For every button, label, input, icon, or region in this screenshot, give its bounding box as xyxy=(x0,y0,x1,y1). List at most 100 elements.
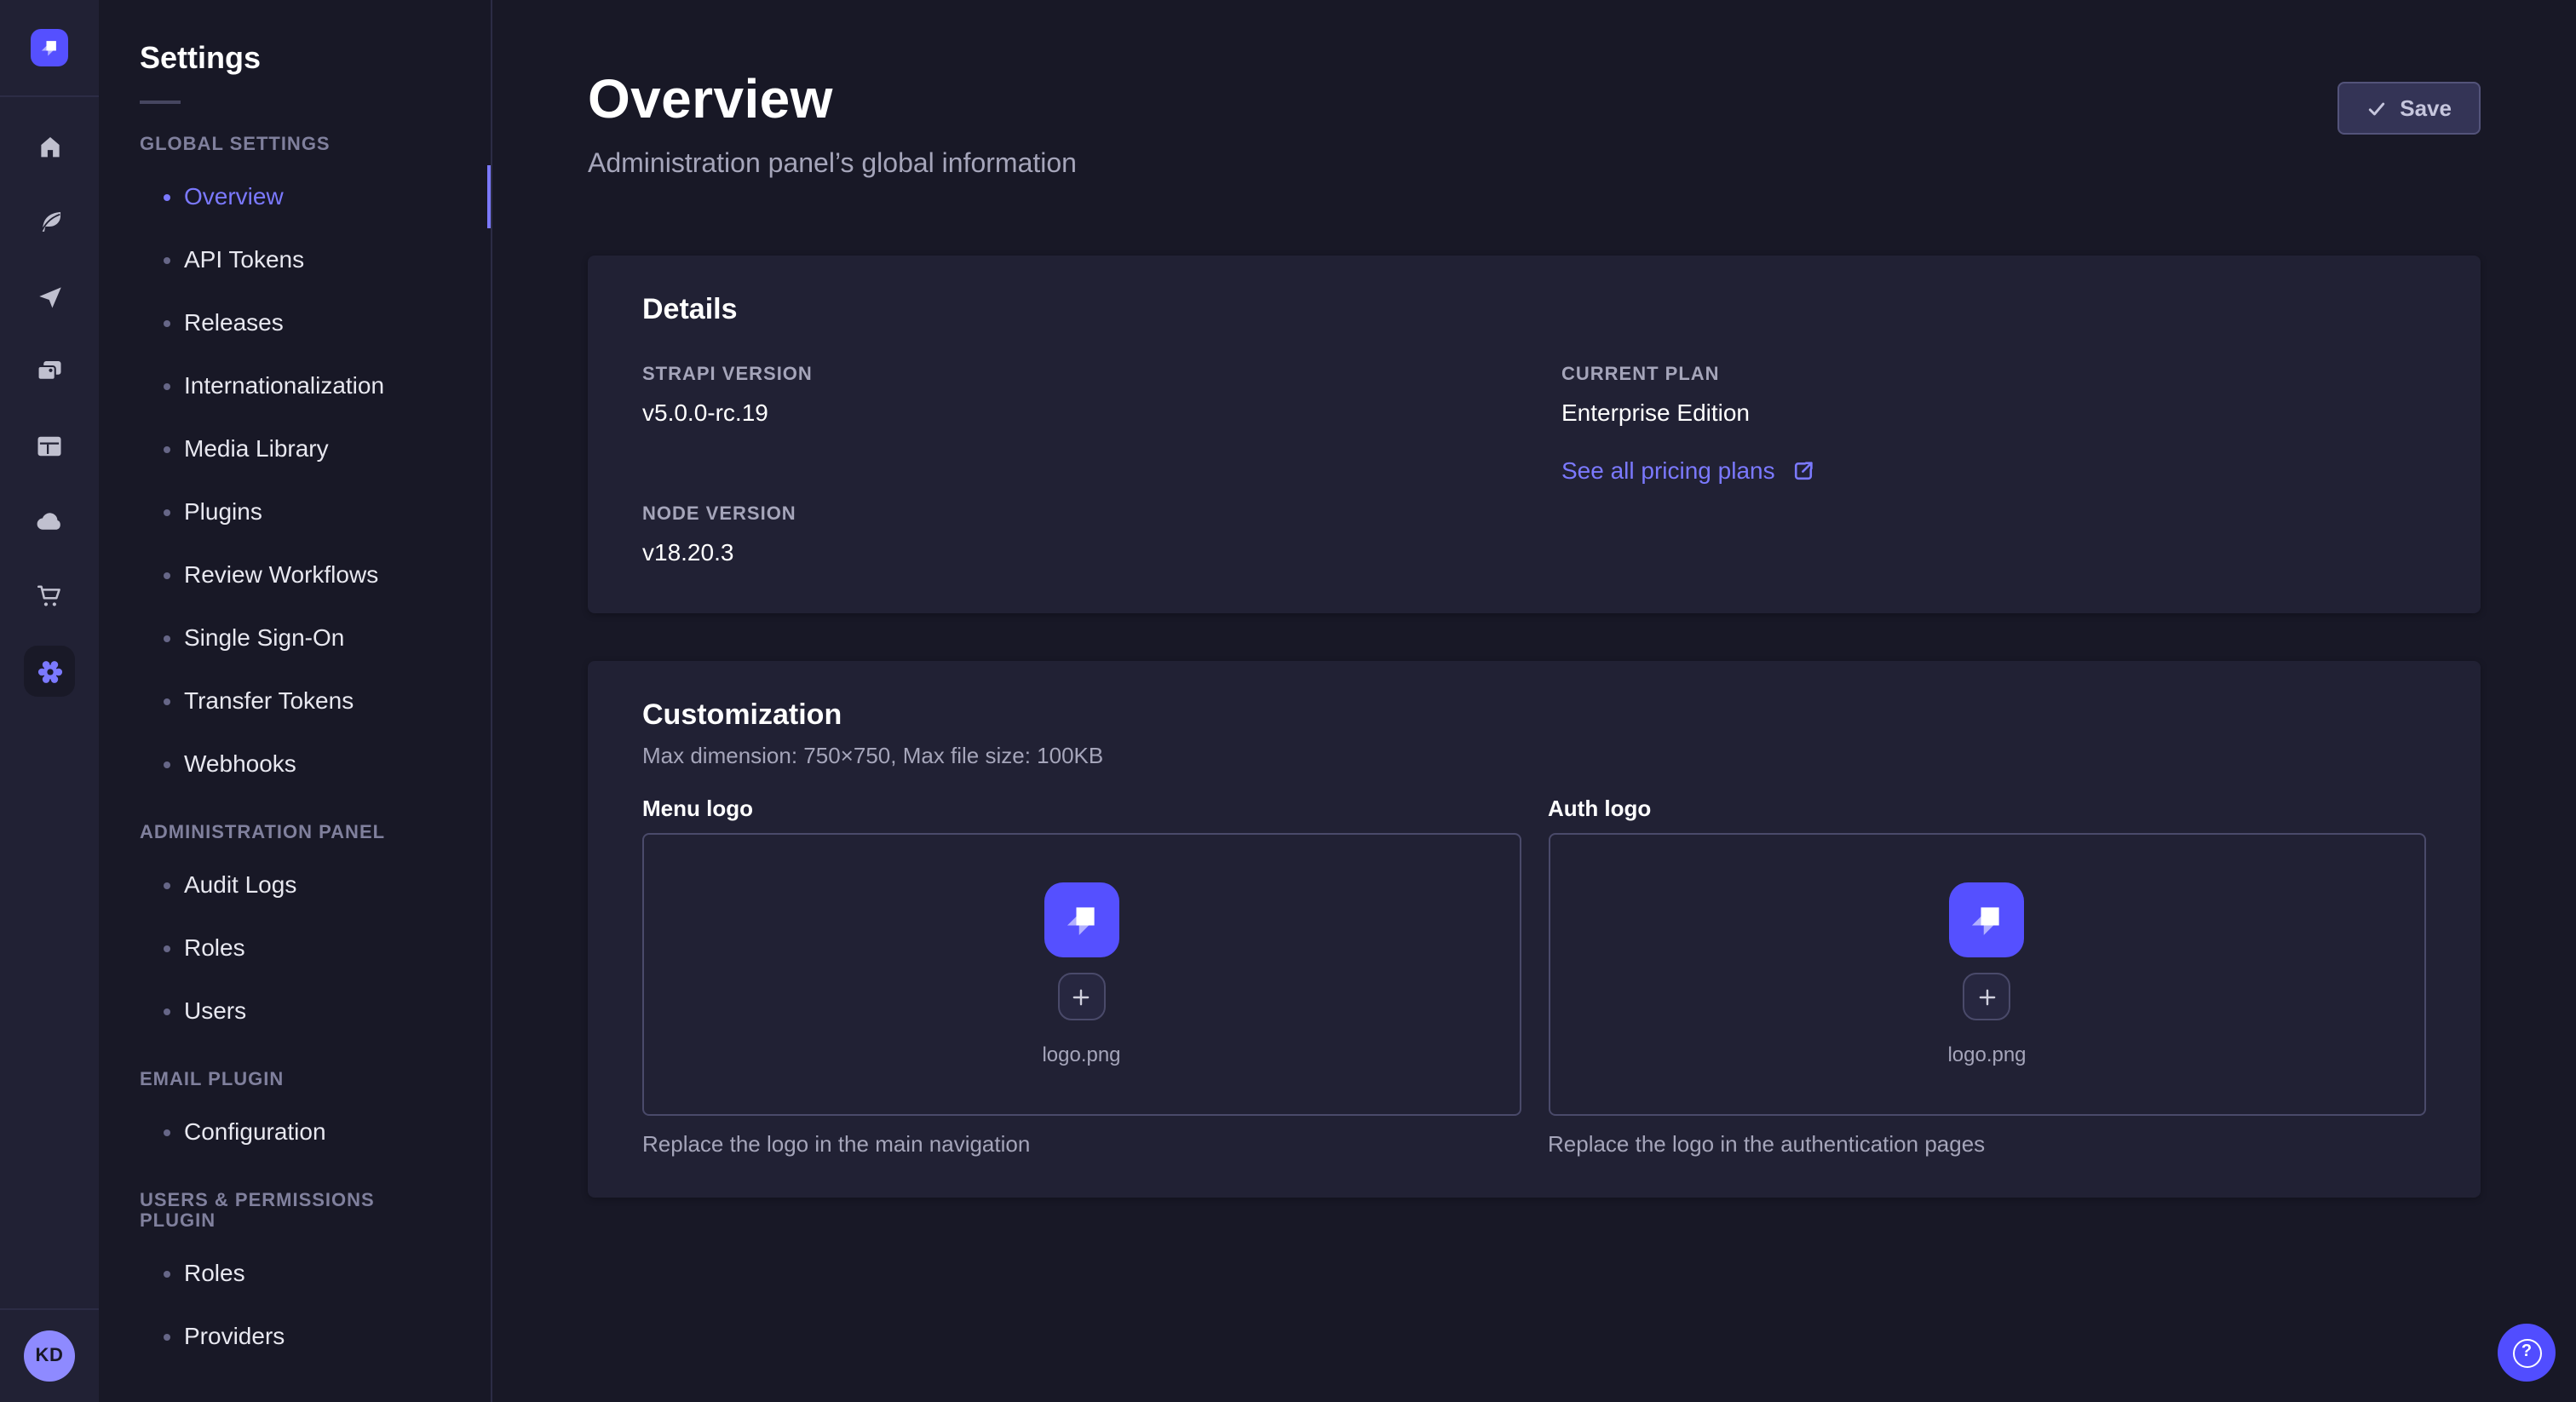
bullet-dot xyxy=(164,1333,170,1340)
sidebar-item-up-providers[interactable]: Providers xyxy=(99,1305,491,1368)
paper-plane-icon[interactable] xyxy=(24,271,75,322)
layout-icon[interactable] xyxy=(24,421,75,472)
strapi-admin: KD Settings GLOBAL SETTINGS Overview API… xyxy=(0,0,2576,1402)
bullet-dot xyxy=(164,882,170,888)
bullet-dot xyxy=(164,509,170,515)
sidebar-item-review-workflows[interactable]: Review Workflows xyxy=(99,543,491,606)
strapi-version-field: STRAPI VERSION v5.0.0-rc.19 xyxy=(642,365,1507,426)
menu-logo-dropzone[interactable]: logo.png xyxy=(642,833,1521,1116)
cloud-icon[interactable] xyxy=(24,496,75,547)
bullet-dot xyxy=(164,635,170,641)
sidebar-item-media-library[interactable]: Media Library xyxy=(99,417,491,480)
details-right-column: CURRENT PLAN Enterprise Edition See all … xyxy=(1561,365,2426,566)
sidebar-item-label: Media Library xyxy=(184,433,329,465)
field-label: NODE VERSION xyxy=(642,504,1507,525)
bullet-dot xyxy=(164,572,170,578)
bullet-dot xyxy=(164,382,170,389)
node-version-field: NODE VERSION v18.20.3 xyxy=(642,504,1507,566)
add-logo-button[interactable] xyxy=(1964,973,2011,1020)
sidebar-item-label: Configuration xyxy=(184,1116,326,1148)
sidebar-item-audit-logs[interactable]: Audit Logs xyxy=(99,853,491,916)
bullet-dot xyxy=(164,945,170,951)
auth-logo-dropzone[interactable]: logo.png xyxy=(1548,833,2426,1116)
rail-logo-section xyxy=(0,0,99,97)
auth-logo-preview xyxy=(1950,882,2025,957)
sidebar-item-transfer-tokens[interactable]: Transfer Tokens xyxy=(99,669,491,733)
sidebar-item-up-roles[interactable]: Roles xyxy=(99,1242,491,1305)
cart-icon[interactable] xyxy=(24,571,75,622)
main-nav-rail: KD xyxy=(0,0,99,1402)
page-header: Overview Administration panel’s global i… xyxy=(588,68,2481,181)
sidebar-item-webhooks[interactable]: Webhooks xyxy=(99,733,491,796)
nav-section-label: GLOBAL SETTINGS xyxy=(99,107,491,165)
sidebar-item-admin-users[interactable]: Users xyxy=(99,980,491,1043)
sidebar-item-single-sign-on[interactable]: Single Sign-On xyxy=(99,606,491,669)
help-button[interactable]: ? xyxy=(2498,1324,2556,1382)
customization-card: Customization Max dimension: 750×750, Ma… xyxy=(588,661,2481,1198)
sidebar-item-releases[interactable]: Releases xyxy=(99,291,491,354)
sidebar-item-label: Review Workflows xyxy=(184,559,378,591)
nav-section-label: USERS & PERMISSIONS PLUGIN xyxy=(99,1164,491,1242)
strapi-logo-glyph xyxy=(37,36,61,60)
sidebar-item-label: Users xyxy=(184,995,246,1027)
external-link-icon xyxy=(1791,457,1816,483)
feather-icon[interactable] xyxy=(24,196,75,247)
sidebar-item-plugins[interactable]: Plugins xyxy=(99,480,491,543)
sidebar-item-label: Providers xyxy=(184,1320,285,1353)
pricing-plans-link[interactable]: See all pricing plans xyxy=(1561,457,1816,484)
auth-logo-label: Auth logo xyxy=(1548,796,2426,821)
active-indicator xyxy=(487,165,491,228)
sidebar-item-label: Plugins xyxy=(184,496,262,528)
avatar[interactable]: KD xyxy=(24,1330,75,1382)
sidebar-item-label: Audit Logs xyxy=(184,869,296,901)
auth-logo-hint: Replace the logo in the authentication p… xyxy=(1548,1131,2426,1157)
sidebar-item-label: API Tokens xyxy=(184,244,304,276)
sidebar-item-internationalization[interactable]: Internationalization xyxy=(99,354,491,417)
question-mark-icon: ? xyxy=(2512,1338,2541,1367)
add-logo-button[interactable] xyxy=(1058,973,1106,1020)
plus-icon xyxy=(1071,985,1093,1008)
sidebar-item-overview[interactable]: Overview xyxy=(99,165,491,228)
sidebar-item-label: Roles xyxy=(184,1257,245,1290)
sidebar-item-admin-roles[interactable]: Roles xyxy=(99,916,491,980)
bullet-dot xyxy=(164,1008,170,1014)
field-label: CURRENT PLAN xyxy=(1561,365,2426,385)
nav-section-label: EMAIL PLUGIN xyxy=(99,1043,491,1100)
nav-section-label: ADMINISTRATION PANEL xyxy=(99,796,491,853)
strapi-logo-glyph xyxy=(1965,898,2010,942)
field-label: STRAPI VERSION xyxy=(642,365,1507,385)
plus-icon xyxy=(1976,985,1998,1008)
field-value: Enterprise Edition xyxy=(1561,399,2426,426)
subnav-title: Settings xyxy=(140,41,450,77)
sidebar-item-label: Transfer Tokens xyxy=(184,685,354,717)
app-window: KD Settings GLOBAL SETTINGS Overview API… xyxy=(0,0,2576,1402)
bullet-dot xyxy=(164,319,170,326)
bullet-dot xyxy=(164,1129,170,1135)
nav-section-list: Overview API Tokens Releases Internation… xyxy=(99,165,491,796)
save-button[interactable]: Save xyxy=(2337,82,2481,135)
settings-subnav: Settings GLOBAL SETTINGS Overview API To… xyxy=(99,0,492,1402)
sidebar-item-email-configuration[interactable]: Configuration xyxy=(99,1100,491,1164)
check-icon xyxy=(2366,98,2386,118)
menu-logo-upload: Menu logo xyxy=(642,796,1521,1157)
field-value: v18.20.3 xyxy=(642,538,1507,566)
home-icon[interactable] xyxy=(24,121,75,172)
field-value: v5.0.0-rc.19 xyxy=(642,399,1507,426)
sidebar-item-label: Single Sign-On xyxy=(184,622,344,654)
rail-user-section: KD xyxy=(0,1308,99,1402)
sidebar-item-label: Overview xyxy=(184,181,284,213)
media-library-icon[interactable] xyxy=(24,346,75,397)
bullet-dot xyxy=(164,256,170,263)
auth-logo-filename: logo.png xyxy=(1947,1043,2026,1066)
details-card: Details STRAPI VERSION v5.0.0-rc.19 NODE… xyxy=(588,256,2481,613)
bullet-dot xyxy=(164,445,170,452)
sidebar-item-label: Webhooks xyxy=(184,748,296,780)
sidebar-item-api-tokens[interactable]: API Tokens xyxy=(99,228,491,291)
gear-icon[interactable] xyxy=(24,646,75,697)
auth-logo-upload: Auth logo xyxy=(1548,796,2426,1157)
main-content: Overview Administration panel’s global i… xyxy=(492,0,2576,1402)
strapi-logo-glyph xyxy=(1060,898,1104,942)
strapi-logo[interactable] xyxy=(31,29,68,66)
nav-section-list: Configuration xyxy=(99,1100,491,1164)
customization-card-subtitle: Max dimension: 750×750, Max file size: 1… xyxy=(642,743,2426,768)
